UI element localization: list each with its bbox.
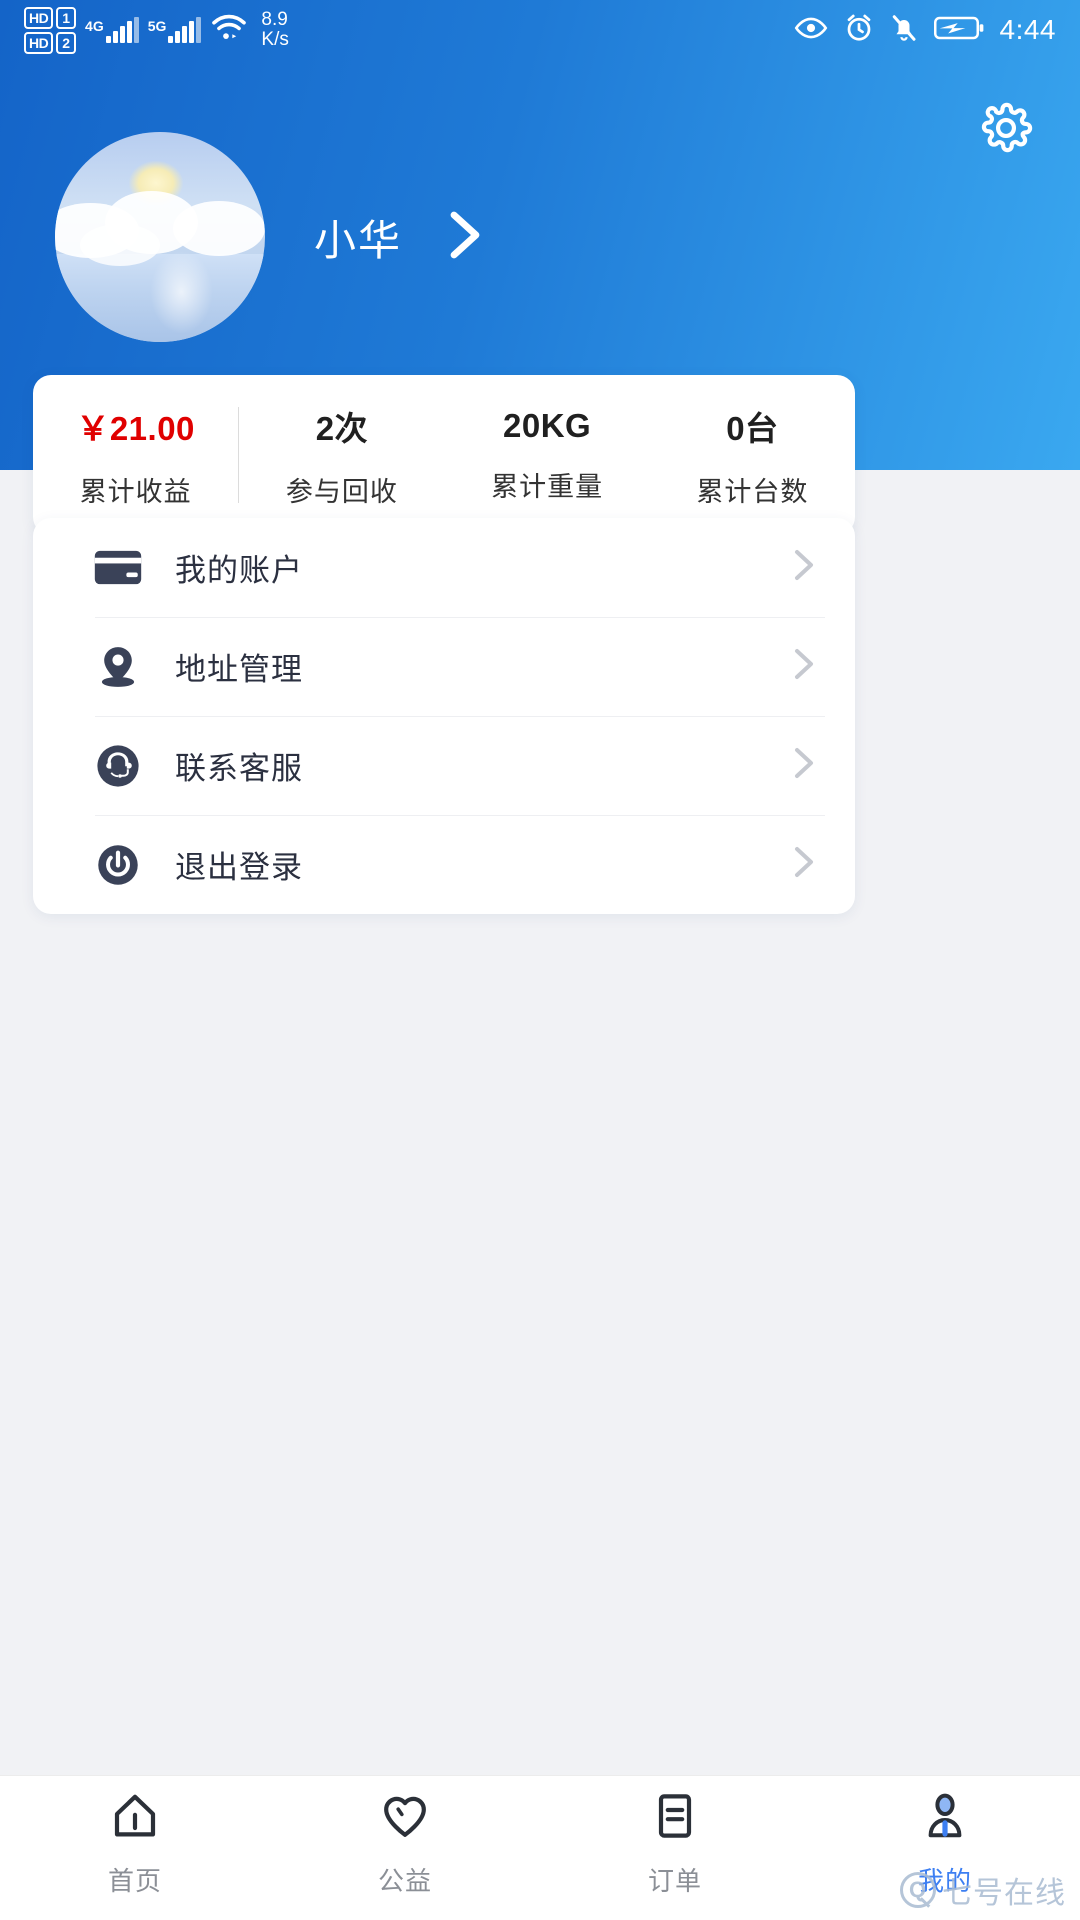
signal-indicator-1: 4G — [85, 17, 139, 43]
stat-label: 累计台数 — [696, 476, 809, 507]
tab-label: 订单 — [647, 1866, 702, 1896]
stat-label: 参与回收 — [285, 476, 398, 507]
status-bar-right: 4:44 — [794, 13, 1057, 48]
stat-total-weight[interactable]: 20KG 累计重量 — [445, 407, 650, 504]
menu-item-label: 退出登录 — [175, 850, 303, 885]
avatar-glow — [149, 249, 213, 334]
chevron-right-icon — [791, 746, 817, 785]
stats-card: ￥21.00 累计收益 2次 参与回收 20KG 累计重量 0台 累计台数 — [33, 375, 855, 535]
menu-item-label: 我的账户 — [175, 553, 303, 588]
menu-item-label: 联系客服 — [175, 751, 303, 786]
network-speed-value: 8.9 — [261, 9, 288, 31]
watermark: Q 七号在线 — [900, 1868, 1066, 1912]
chevron-right-icon — [791, 647, 817, 686]
app-screen: HD 1 HD 2 4G 5G 8.9 K/s 4:44 小华 ￥21.00 累… — [0, 0, 1080, 1920]
stat-value: 20KG — [503, 406, 592, 444]
stat-label: 累计收益 — [79, 476, 192, 507]
stat-total-earnings[interactable]: ￥21.00 累计收益 — [33, 402, 238, 509]
chevron-right-icon[interactable] — [442, 209, 486, 266]
settings-button[interactable] — [978, 100, 1034, 156]
location-pin-icon — [89, 644, 147, 690]
avatar[interactable] — [55, 132, 265, 342]
profile-block[interactable]: 小华 — [55, 132, 486, 342]
tab-label: 首页 — [107, 1866, 162, 1896]
watermark-logo-icon: Q — [900, 1872, 936, 1908]
menu-item-logout[interactable]: 退出登录 — [63, 815, 825, 914]
headset-support-icon — [89, 742, 147, 790]
signal-bars-icon-2 — [168, 17, 202, 43]
tab-orders[interactable]: 订单 — [540, 1790, 810, 1898]
heart-icon[interactable] — [379, 1790, 431, 1847]
menu-card: 我的账户 地址管理 联系客服 退出登录 — [33, 518, 855, 914]
volte-hd-indicators: HD 1 HD 2 — [24, 6, 77, 54]
chevron-right-icon — [791, 845, 817, 884]
sim-2-badge: 2 — [56, 31, 77, 54]
order-list-icon[interactable] — [649, 1790, 701, 1847]
network-speed-unit: K/s — [261, 29, 289, 50]
hd-tag-1: HD — [24, 6, 54, 29]
watermark-text: 七号在线 — [942, 1877, 1066, 1910]
menu-item-contact-support[interactable]: 联系客服 — [63, 716, 825, 815]
tab-charity[interactable]: 公益 — [270, 1790, 540, 1898]
status-bar-clock: 4:44 — [999, 14, 1056, 45]
stat-label: 累计重量 — [491, 471, 604, 502]
chevron-right-icon — [791, 548, 817, 587]
battery-charging-icon — [933, 15, 984, 46]
status-bar: HD 1 HD 2 4G 5G 8.9 K/s 4:44 — [0, 0, 1080, 60]
home-icon[interactable] — [109, 1790, 161, 1847]
network-speed: 8.9 K/s — [261, 10, 288, 50]
gear-icon[interactable] — [978, 102, 1034, 160]
sim-1-badge: 1 — [56, 6, 77, 29]
wifi-icon — [210, 13, 248, 48]
stat-value: 0台 — [726, 409, 779, 447]
power-off-icon — [89, 842, 147, 888]
eye-icon — [794, 16, 828, 45]
avatar-cloud — [172, 201, 265, 256]
network-type-label-1: 4G — [85, 18, 104, 34]
hd-tag-2: HD — [24, 31, 54, 54]
signal-indicator-2: 5G — [148, 17, 202, 43]
username: 小华 — [314, 216, 403, 264]
tab-home[interactable]: 首页 — [0, 1790, 270, 1898]
menu-item-label: 地址管理 — [175, 652, 303, 687]
alarm-clock-icon — [844, 13, 874, 48]
bell-off-icon — [890, 13, 918, 48]
menu-item-my-account[interactable]: 我的账户 — [63, 518, 825, 617]
network-type-label-2: 5G — [147, 18, 167, 34]
stat-total-devices[interactable]: 0台 累计台数 — [650, 402, 855, 509]
user-icon[interactable] — [919, 1790, 971, 1847]
menu-item-address-management[interactable]: 地址管理 — [63, 617, 825, 716]
credit-card-icon — [89, 549, 147, 587]
signal-bars-icon-1 — [105, 17, 139, 43]
status-bar-left: HD 1 HD 2 4G 5G 8.9 K/s — [24, 6, 289, 54]
tab-label: 公益 — [377, 1866, 432, 1896]
stat-value: ￥21.00 — [76, 409, 195, 447]
stat-value: 2次 — [315, 409, 369, 447]
stat-recycle-count[interactable]: 2次 参与回收 — [239, 402, 444, 509]
